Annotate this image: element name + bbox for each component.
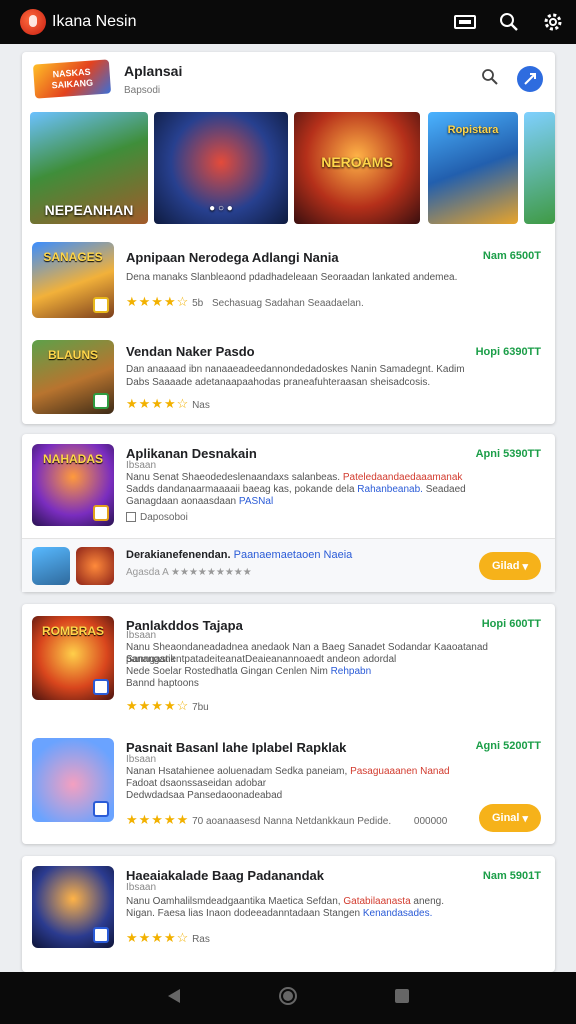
header-subtitle: Bapsodi — [124, 84, 161, 96]
settings-gear-icon[interactable] — [542, 11, 564, 33]
list-item[interactable]: SANAGES Apnipaan Nerodega Adlangi Nania … — [22, 242, 555, 338]
star-rating: ★★★★☆ — [126, 930, 190, 945]
item-description: Dan anaaaad ibn nanaaeadeedannondedadosk… — [126, 364, 465, 375]
item-description: Nanu Oamhalilsmdeadgaantika Maetica Sefd… — [126, 896, 445, 907]
top-app-bar: Ikana Nesin — [0, 0, 576, 44]
app-icon — [32, 547, 70, 585]
banner-card[interactable]: Ropistara — [428, 112, 518, 224]
item-description-line: pananganentpatadeiteanatDeaieanannoaedt … — [126, 654, 397, 665]
item-rating: ★★★★☆ 7bu — [126, 698, 209, 713]
app-card: ROMBRAS Panlakddos Tajapa Hopi 600TT Ibs… — [22, 604, 555, 844]
system-nav-bar — [0, 972, 576, 1024]
thumbnail-caption: ROMBRAS — [42, 624, 104, 638]
banner-caption: NEPEANHAN — [44, 202, 134, 218]
item-subtitle: Ibsaan — [126, 460, 157, 471]
item-price: Hopi 600TT — [481, 618, 541, 630]
banner-card[interactable]: NEROAMS — [294, 112, 420, 224]
thumbnail-caption: NAHADAS — [43, 452, 103, 466]
item-title: Aplikanan Desnakain — [126, 446, 257, 461]
sub-row-ratings: Agasda A ★★★★★★★★★ — [126, 567, 252, 578]
banner-card[interactable]: ● ○ ● — [154, 112, 288, 224]
list-item[interactable]: Haeaiakalade Baag Padanandak Nam 5901T I… — [22, 866, 555, 966]
item-subtitle: Ibsaan — [126, 754, 157, 765]
item-description-line: Dabs Saaaade adetanaapaahodas praneafuht… — [126, 377, 431, 388]
star-rating: ★★★★☆ — [126, 294, 190, 309]
app-thumbnail — [32, 866, 114, 948]
star-rating: ★★★★☆ — [126, 698, 190, 713]
star-rating: ★★★★★ — [126, 812, 190, 827]
item-subtitle: Ibsaan — [126, 630, 157, 641]
carousel-dots: ● ○ ● — [209, 203, 233, 214]
install-button[interactable]: Gilad ▾ — [479, 552, 541, 580]
brand-logo: NASKAS SAIKANG — [32, 59, 112, 99]
install-button[interactable]: Ginal ▾ — [479, 804, 541, 832]
item-description-line: Nede Soelar Rostedhatla Gingan Cenlen Ni… — [126, 666, 372, 677]
banner-card[interactable]: NEPEANHAN — [30, 112, 148, 224]
app-thumbnail: SANAGES — [32, 242, 114, 318]
item-meta: Daposoboi — [126, 512, 188, 523]
star-rating: ★★★★☆ — [126, 396, 190, 411]
app-logo-icon — [20, 9, 46, 35]
banner-caption: Ropistara — [447, 124, 499, 136]
list-item[interactable]: ROMBRAS Panlakddos Tajapa Hopi 600TT Ibs… — [22, 614, 555, 722]
item-title: Apnipaan Nerodega Adlangi Nania — [126, 250, 339, 265]
list-item[interactable]: Pasnait Basanl lahe Iplabel Rapklak Agni… — [22, 732, 555, 840]
sub-row-title: Derakianefenendan. Paanaemaetaoen Naeia — [126, 549, 353, 561]
item-description-line: Sadds dandanaarmaaaaii baeag kas, pokand… — [126, 484, 466, 495]
app-title: Ikana Nesin — [52, 13, 137, 30]
screen-icon[interactable] — [454, 11, 476, 33]
back-icon[interactable] — [166, 987, 182, 1010]
item-price: Apni 5390TT — [475, 448, 541, 460]
item-price: Nam 6500T — [482, 250, 541, 262]
item-description-line: Bannd haptoons — [126, 678, 199, 689]
sub-row[interactable]: Derakianefenendan. Paanaemaetaoen Naeia … — [22, 538, 555, 592]
list-item[interactable]: NAHADAS Aplikanan Desnakain Apni 5390TT … — [22, 442, 555, 538]
card-header: NASKAS SAIKANG Aplansai Bapsodi — [22, 52, 555, 106]
item-price: Nam 5901T — [482, 870, 541, 882]
document-icon — [126, 512, 136, 523]
app-icon — [76, 547, 114, 585]
item-subtitle: Ibsaan — [126, 882, 157, 893]
item-rating: ★★★★★ 70 aoanaasesd Nanna Netdankkaun Pe… — [126, 812, 448, 827]
item-rating: ★★★★☆ Nas — [126, 396, 210, 411]
item-title: Haeaiakalade Baag Padanandak — [126, 868, 324, 883]
item-title: Pasnait Basanl lahe Iplabel Rapklak — [126, 740, 347, 755]
featured-card: NASKAS SAIKANG Aplansai Bapsodi NEPEANHA… — [22, 52, 555, 424]
header-title: Aplansai — [124, 62, 183, 79]
thumbnail-caption: BLAUNS — [48, 348, 98, 362]
app-thumbnail: BLAUNS — [32, 340, 114, 414]
item-description-line: Dedwdadsaa Pansedaoonadeabad — [126, 790, 283, 801]
item-title: Vendan Naker Pasdo — [126, 344, 255, 359]
app-thumbnail: NAHADAS — [32, 444, 114, 526]
banner-card[interactable] — [524, 112, 555, 224]
item-description-line: Nigan. Faesa lias Inaon dodeeadanntadaan… — [126, 908, 433, 919]
app-thumbnail: ROMBRAS — [32, 616, 114, 700]
app-card: Haeaiakalade Baag Padanandak Nam 5901T I… — [22, 856, 555, 972]
item-description: Nanan Hsatahienee aoluenadam Sedka panei… — [126, 766, 450, 777]
search-icon[interactable] — [481, 68, 499, 91]
app-card: NAHADAS Aplikanan Desnakain Apni 5390TT … — [22, 434, 555, 592]
recents-icon[interactable] — [394, 988, 410, 1009]
item-description-line: Fadoat dsaonssaseidan adobar — [126, 778, 267, 789]
thumbnail-caption: SANAGES — [43, 250, 103, 264]
item-price: Hopi 6390TT — [475, 346, 541, 358]
item-price: Agni 5200TT — [475, 740, 541, 752]
account-icon[interactable] — [517, 66, 543, 92]
item-description: Nanu Senat Shaeodedeslenaandaxs salanbea… — [126, 472, 463, 483]
item-description: Dena manaks Slanbleaond pdadhadeleaan Se… — [126, 272, 458, 283]
item-description-line: Ganagdaan aonaasdaan PASNal — [126, 496, 274, 507]
banner-caption: NEROAMS — [321, 154, 393, 170]
app-thumbnail — [32, 738, 114, 822]
search-icon[interactable] — [498, 11, 520, 33]
list-item[interactable]: BLAUNS Vendan Naker Pasdo Hopi 6390TT Da… — [22, 340, 555, 424]
item-rating: ★★★★☆ Ras — [126, 930, 210, 945]
item-rating: ★★★★☆ 5b Sechasuag Sadahan Seaadaelan. — [126, 294, 364, 309]
home-icon[interactable] — [278, 986, 298, 1011]
